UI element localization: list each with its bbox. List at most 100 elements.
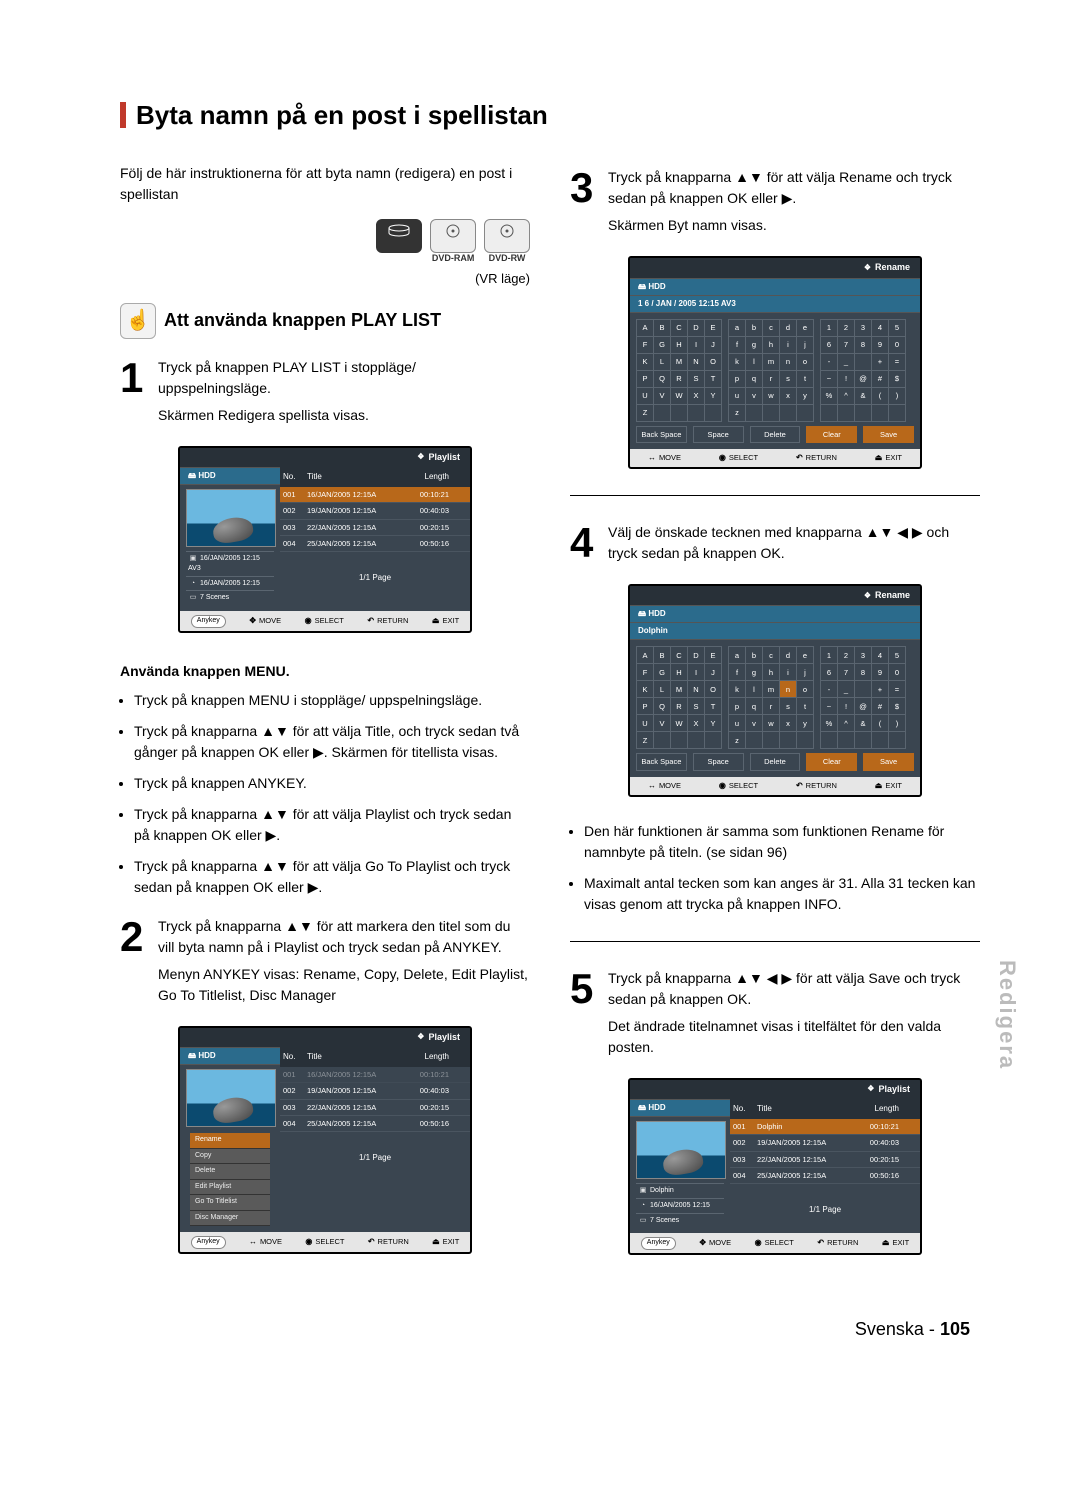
ss-foot-exit: EXIT	[442, 616, 459, 625]
step-3-line2: Skärmen Byt namn visas.	[608, 215, 980, 236]
table-row: 00425/JAN/2005 12:15A00:50:16	[280, 1116, 470, 1132]
finger-icon	[120, 303, 156, 339]
kb-backspace: Back Space	[636, 426, 687, 443]
ss5-info2: ◔16/JAN/2005 12:15	[636, 1198, 724, 1213]
ss1-title: Playlist	[180, 448, 470, 468]
dvdram-label: DVD-RAM	[431, 237, 475, 279]
hdd-icon: HDD	[376, 219, 422, 253]
ss5-thumbnail	[636, 1121, 726, 1179]
ss3-footer: ↔MOVE ◉SELECT ↶RETURN ⏏EXIT	[630, 449, 920, 467]
dvdram-icon: DVD-RAM	[430, 219, 476, 253]
table-row: 00219/JAN/2005 12:15A00:40:03	[730, 1135, 920, 1151]
media-icons-row: HDD DVD-RAM DVD-RW	[120, 219, 530, 267]
screenshot-playlist-1: Playlist 🖴 HDD ▣16/JAN/2005 12:15 AV3 ◔1…	[178, 446, 472, 633]
ss5-col-len: Length	[852, 1101, 902, 1117]
anykey-item: Edit Playlist	[190, 1180, 270, 1196]
ss2-col-title: Title	[304, 1049, 402, 1065]
ss4-title: Rename	[630, 586, 920, 606]
ss1-col-title: Title	[304, 469, 402, 485]
step-1-line2: Skärmen Redigera spellista visas.	[158, 405, 530, 426]
step-4-num: 4	[570, 522, 598, 570]
step-2: 2 Tryck på knapparna ▲▼ för att markera …	[120, 916, 530, 1012]
subheading-row: Att använda knappen PLAY LIST	[120, 303, 530, 339]
table-row: 00116/JAN/2005 12:15A00:10:21	[280, 1067, 470, 1083]
table-row: 00322/JAN/2005 12:15A00:20:15	[730, 1152, 920, 1168]
kb-clear-2: Clear	[806, 753, 857, 770]
step-5-line1: Tryck på knapparna ▲▼ ◀ ▶ för att välja …	[608, 968, 980, 1010]
disc-glyph-2	[497, 224, 517, 238]
step-1-num: 1	[120, 357, 148, 432]
table-row: 00116/JAN/2005 12:15A00:10:21	[280, 487, 470, 503]
hdd-label: HDD	[377, 237, 421, 279]
ss2-hdd: HDD	[198, 1051, 215, 1060]
list-item: Tryck på knappen ANYKEY.	[134, 773, 530, 794]
step-2-num: 2	[120, 916, 148, 1012]
menu-subheading: Använda knappen MENU.	[120, 661, 530, 682]
step-1-line1: Tryck på knappen PLAY LIST i stoppläge/ …	[158, 357, 530, 399]
table-row: 00425/JAN/2005 12:15A00:50:16	[280, 536, 470, 552]
separator-2	[570, 941, 980, 942]
anykey-item: Disc Manager	[190, 1211, 270, 1227]
table-row: 00322/JAN/2005 12:15A00:20:15	[280, 1100, 470, 1116]
disc-glyph	[443, 224, 463, 238]
ss1-info2: ◔16/JAN/2005 12:15	[186, 576, 274, 591]
table-row: 00322/JAN/2005 12:15A00:20:15	[280, 520, 470, 536]
heading-text: Byta namn på en post i spellistan	[136, 100, 548, 130]
step-2-line2: Menyn ANYKEY visas: Rename, Copy, Delete…	[158, 964, 530, 1006]
ss2-col-no: No.	[280, 1049, 304, 1065]
ss-foot-move: MOVE	[259, 616, 281, 625]
ss1-info3: ▭7 Scenes	[186, 590, 274, 605]
anykey-item: Copy	[190, 1149, 270, 1165]
kb-delete-2: Delete	[750, 753, 801, 770]
screenshot-rename-1: Rename 🖴 HDD 1 6 / JAN / 2005 12:15 AV3 …	[628, 256, 922, 469]
table-row: 001Dolphin00:10:21	[730, 1119, 920, 1135]
anykey-popup: RenameCopyDeleteEdit PlaylistGo To Title…	[190, 1133, 270, 1226]
step-5: 5 Tryck på knapparna ▲▼ ◀ ▶ för att välj…	[570, 968, 980, 1064]
kb-space: Space	[693, 426, 744, 443]
ss1-page: 1/1 Page	[280, 552, 470, 590]
intro-text: Följ de här instruktionerna för att byta…	[120, 163, 530, 205]
ss3-entry: 1 6 / JAN / 2005 12:15 AV3	[630, 296, 920, 313]
kb-save: Save	[863, 426, 914, 443]
anykey-item: Go To Titlelist	[190, 1195, 270, 1211]
step-4-line1: Välj de önskade tecknen med knapparna ▲▼…	[608, 522, 980, 564]
anykey-pill: Anykey	[191, 615, 226, 628]
menu-bullet-list: Tryck på knappen MENU i stoppläge/ uppsp…	[120, 690, 530, 898]
ss4-entry: Dolphin	[630, 623, 920, 640]
separator-1	[570, 495, 980, 496]
ss5-col-title: Title	[754, 1101, 852, 1117]
table-row: 00425/JAN/2005 12:15A00:50:16	[730, 1168, 920, 1184]
step-5-num: 5	[570, 968, 598, 1064]
dvdrw-icon: DVD-RW	[484, 219, 530, 253]
ss2-title: Playlist	[180, 1028, 470, 1048]
kb-delete: Delete	[750, 426, 801, 443]
kb-save-2: Save	[863, 753, 914, 770]
anykey-item: Delete	[190, 1164, 270, 1180]
list-item: Maximalt antal tecken som kan anges är 3…	[584, 873, 980, 915]
table-row: 00219/JAN/2005 12:15A00:40:03	[280, 1083, 470, 1099]
ss1-info1: ▣16/JAN/2005 12:15 AV3	[186, 551, 274, 576]
step-2-line1: Tryck på knapparna ▲▼ för att markera de…	[158, 916, 530, 958]
ss2-page: 1/1 Page	[280, 1132, 470, 1170]
ss5-title: Playlist	[630, 1080, 920, 1100]
kb-clear: Clear	[806, 426, 857, 443]
ss-foot-return: RETURN	[377, 616, 408, 625]
step-5-line2: Det ändrade titelnamnet visas i titelfäl…	[608, 1016, 980, 1058]
footer-lang: Svenska -	[855, 1319, 935, 1339]
after-step4-bullets: Den här funktionen är samma som funktion…	[570, 821, 980, 915]
ss1-footer: Anykey ✥MOVE ◉SELECT ↶RETURN ⏏EXIT	[180, 611, 470, 631]
ss5-footer: Anykey ✥MOVE ◉SELECT ↶RETURN ⏏EXIT	[630, 1233, 920, 1253]
ss3-hdd: HDD	[648, 282, 665, 291]
ss1-col-no: No.	[280, 469, 304, 485]
list-item: Tryck på knapparna ▲▼ för att välja Go T…	[134, 856, 530, 898]
step-3-line1: Tryck på knapparna ▲▼ för att välja Rena…	[608, 167, 980, 209]
kb-space-2: Space	[693, 753, 744, 770]
ss5-col-no: No.	[730, 1101, 754, 1117]
step-3-num: 3	[570, 167, 598, 242]
screenshot-playlist-2: Playlist 🖴 HDD ▣Dolphin ◔16/JAN/2005 12:…	[628, 1078, 922, 1255]
step-3: 3 Tryck på knapparna ▲▼ för att välja Re…	[570, 167, 980, 242]
ss5-info3: ▭7 Scenes	[636, 1213, 724, 1228]
anykey-item: Rename	[190, 1133, 270, 1149]
hdd-glyph	[387, 224, 411, 238]
step-1: 1 Tryck på knappen PLAY LIST i stoppläge…	[120, 357, 530, 432]
